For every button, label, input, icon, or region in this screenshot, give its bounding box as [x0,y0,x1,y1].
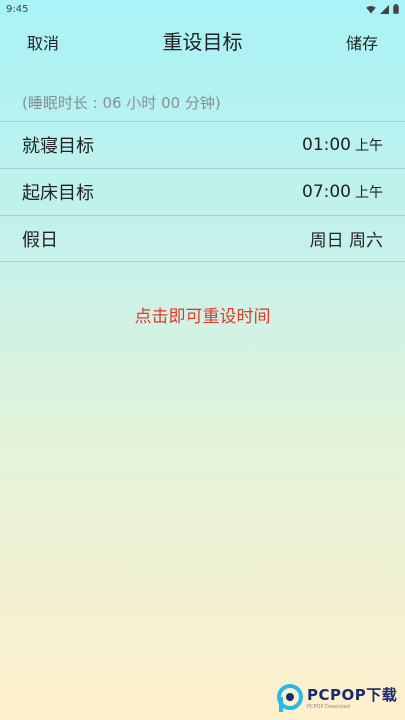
page-title: 重设目标 [162,30,243,54]
settings-list: 就寝目标 01:00 上午 起床目标 07:00 上午 假日 周日 周六 [0,121,405,262]
wake-target-value: 07:00 上午 [302,182,383,202]
sleep-duration: (睡眠时长 : 06 小时 00 分钟) [22,94,221,112]
wake-time: 07:00 [302,182,351,202]
bedtime-ampm: 上午 [355,138,383,154]
signal-icon [380,4,389,14]
status-time: 9:45 [6,3,29,15]
nav-bar: 取消 重设目标 储存 [0,24,405,58]
pcpop-logo-icon [277,684,303,712]
status-icons [366,4,399,14]
save-button[interactable]: 储存 [346,30,378,54]
watermark: PCPOP下载 PCPOP Download [275,682,401,716]
holiday-value: 周日 周六 [309,231,383,251]
bedtime-target-value: 01:00 上午 [302,135,383,155]
reset-hint: 点击即可重设时间 [134,307,271,327]
watermark-brand: PCPOP下载 [307,686,398,704]
wake-ampm: 上午 [355,185,383,201]
status-bar: 9:45 [0,0,405,18]
watermark-sub: PCPOP Download [307,704,350,710]
holiday-label: 假日 [22,229,58,251]
wake-target-label: 起床目标 [22,183,94,204]
bedtime-time: 01:00 [302,135,351,155]
wake-target-row[interactable]: 起床目标 07:00 上午 [0,168,405,215]
bedtime-target-row[interactable]: 就寝目标 01:00 上午 [0,121,405,168]
battery-icon [393,4,399,14]
bedtime-target-label: 就寝目标 [22,136,94,157]
holiday-row[interactable]: 假日 周日 周六 [0,215,405,262]
cancel-button[interactable]: 取消 [27,30,59,54]
wifi-icon [366,5,376,13]
